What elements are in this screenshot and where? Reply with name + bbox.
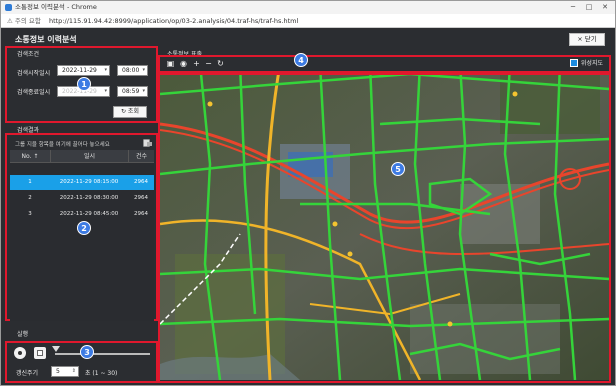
cell-no: 2 [28,195,32,201]
export-excel-icon[interactable] [143,139,152,147]
end-time-field[interactable]: 08:59 ▾ [117,86,148,97]
interval-unit: 초 (1 ~ 30) [85,370,118,377]
column-header-count[interactable]: 건수 [128,150,154,163]
app-favicon-icon [5,4,12,11]
table-row[interactable]: 2 2022-11-29 08:30:00 2964 [10,191,154,206]
results-grid-header: No. ↑ 일시 건수 [10,150,154,163]
close-button[interactable]: × 닫기 [569,33,605,46]
calendar-dropdown-icon: ▾ [104,88,107,94]
start-datetime-label: 검색시작일시 [17,70,51,77]
cell-count: 2964 [134,195,148,201]
interval-stepper[interactable]: 5 ⇕ [51,366,79,377]
cell-count: 2964 [134,179,148,185]
highlight-box-map [158,73,611,383]
address-bar[interactable]: ⚠ 주의 요함 http://115.91.94.42:8999/applica… [1,14,615,28]
lookup-button[interactable]: ↻ 조회 [113,106,147,118]
badge-5: 5 [391,162,405,176]
interval-value: 5 [56,368,60,375]
column-header-datetime[interactable]: 일시 [50,150,128,163]
minimize-icon[interactable]: ─ [565,1,581,14]
interval-label: 갱신주기 [16,370,39,377]
execution-section-label: 실행 [17,331,29,338]
stepper-arrows-icon: ⇕ [71,368,76,374]
url-text[interactable]: http://115.91.94.42:8999/application/op/… [49,17,298,25]
time-dropdown-icon: ▾ [142,67,145,73]
badge-2: 2 [77,221,91,235]
cell-no: 3 [28,211,32,217]
stop-icon [37,350,43,356]
browser-title-bar: 소통정보 이력분석 - Chrome ─ □ ✕ [1,1,615,14]
app-window: 소통정보 이력분석 - Chrome ─ □ ✕ ⚠ 주의 요함 http://… [0,0,616,386]
play-icon [18,351,22,355]
table-row[interactable]: 3 2022-11-29 08:45:00 2964 [10,207,154,222]
cell-datetime: 2022-11-29 08:30:00 [59,195,119,201]
stop-button[interactable] [34,347,46,359]
start-date-field[interactable]: 2022-11-29 ▾ [57,65,110,76]
group-drop-hint: 그룹 지을 항목을 여기에 끌어다 놓으세요 [15,142,110,148]
slider-handle[interactable] [52,346,60,352]
cell-no: 1 [28,179,32,185]
cell-datetime: 2022-11-29 08:45:00 [59,211,119,217]
table-row[interactable]: 1 2022-11-29 08:15:00 2964 [10,175,154,190]
calendar-dropdown-icon: ▾ [104,67,107,73]
badge-4: 4 [294,53,308,67]
window-close-icon[interactable]: ✕ [597,1,613,14]
end-datetime-label: 검색종료일시 [17,89,51,96]
badge-3: 3 [80,345,94,359]
start-date-value: 2022-11-29 [62,67,97,74]
window-title: 소통정보 이력분석 - Chrome [15,3,97,11]
page-title: 소통정보 이력분석 [15,35,77,44]
time-dropdown-icon: ▾ [142,88,145,94]
start-time-field[interactable]: 08:00 ▾ [117,65,148,76]
cell-datetime: 2022-11-29 08:15:00 [59,179,119,185]
column-header-no[interactable]: No. ↑ [10,150,50,163]
playback-slider[interactable] [55,353,150,355]
highlight-box-toolbar [158,55,611,73]
end-time-value: 08:59 [122,88,140,95]
start-time-value: 08:00 [122,67,140,74]
badge-1: 1 [77,77,91,91]
maximize-icon[interactable]: □ [581,1,597,14]
play-button[interactable] [14,347,26,359]
cell-count: 2964 [134,211,148,217]
security-warning: ⚠ 주의 요함 [7,17,41,25]
